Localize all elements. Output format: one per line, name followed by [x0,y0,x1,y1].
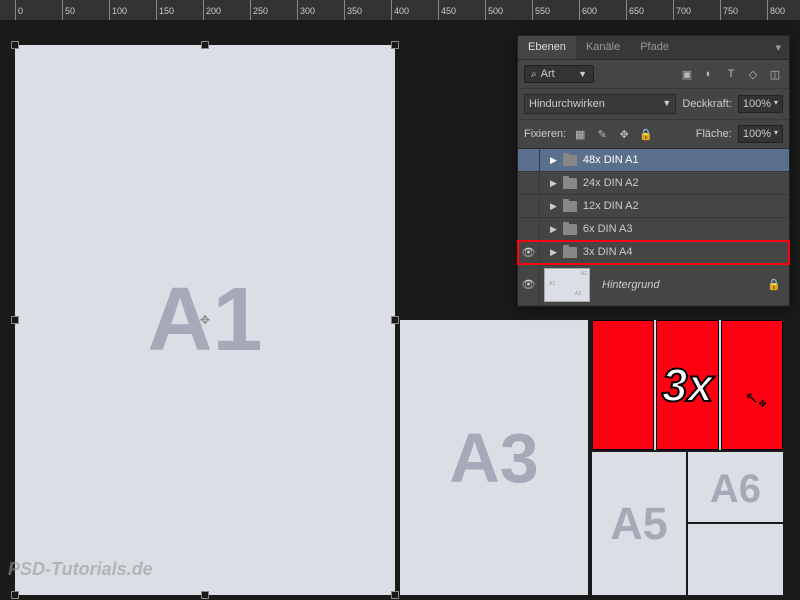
layer-name[interactable]: 6x DIN A3 [583,223,633,235]
background-layer-row[interactable]: 👁 A1 A2 A3 Hintergrund 🔒 [518,264,789,306]
disclosure-icon[interactable]: ▶ [550,201,557,212]
layer-thumbnail[interactable]: A1 A2 A3 [544,268,590,302]
watermark-text: PSD-Tutorials.de [8,559,153,580]
visibility-toggle[interactable]: 👁 [518,264,540,306]
filter-type-icon[interactable]: T [723,66,739,82]
chevron-down-icon: ▼ [662,98,671,110]
tab-paths[interactable]: Pfade [630,36,679,59]
search-icon: ⌕ [531,69,537,80]
disclosure-icon[interactable]: ▶ [550,155,557,166]
layer-row[interactable]: ▶ 12x DIN A2 [518,195,789,218]
layer-name[interactable]: 48x DIN A1 [583,154,639,166]
tab-layers[interactable]: Ebenen [518,36,576,59]
opacity-input[interactable]: 100%▾ [738,95,783,113]
paper-a4-group[interactable]: 3x [592,320,783,450]
folder-icon [563,155,577,166]
layer-row[interactable]: ▶ 24x DIN A2 [518,172,789,195]
paper-a3[interactable]: A3 [400,320,588,595]
filter-image-icon[interactable]: ▣ [679,66,695,82]
visibility-toggle[interactable]: 👁 [518,241,540,263]
panel-menu-icon[interactable]: ▾ [767,36,789,59]
filter-label: Art [541,68,555,80]
lock-position-icon[interactable]: ✥ [616,126,632,142]
layer-row[interactable]: ▶ 48x DIN A1 [518,149,789,172]
lock-transparency-icon[interactable]: ▦ [572,126,588,142]
horizontal-ruler: 0 50 100 150 200 250 300 350 400 450 500… [0,0,800,20]
fill-label: Fläche: [696,128,732,140]
lock-icon[interactable]: 🔒 [767,278,781,291]
layer-name[interactable]: 12x DIN A2 [583,200,639,212]
folder-icon [563,247,577,258]
filter-smart-icon[interactable]: ◫ [767,66,783,82]
layer-name[interactable]: Hintergrund [602,279,659,291]
disclosure-icon[interactable]: ▶ [550,178,557,189]
layers-list: ▶ 48x DIN A1 ▶ 24x DIN A2 ▶ 12x DIN A2 [518,149,789,306]
panel-tabs: Ebenen Kanäle Pfade ▾ [518,36,789,60]
disclosure-icon[interactable]: ▶ [550,247,557,258]
visibility-toggle[interactable] [518,149,540,171]
lock-all-icon[interactable]: 🔒 [638,126,654,142]
a4-sheet [721,320,783,450]
blend-mode-select[interactable]: Hindurchwirken ▼ [524,94,676,114]
folder-icon [563,201,577,212]
tab-channels[interactable]: Kanäle [576,36,630,59]
layer-name[interactable]: 24x DIN A2 [583,177,639,189]
filter-shape-icon[interactable]: ◇ [745,66,761,82]
a4-sheet [592,320,654,450]
folder-icon [563,178,577,189]
paper-a5[interactable]: A5 [592,452,686,595]
visibility-toggle[interactable] [518,172,540,194]
paper-a6[interactable]: A6 [688,452,783,522]
visibility-toggle[interactable] [518,218,540,240]
layer-name[interactable]: 3x DIN A4 [583,246,633,258]
lock-pixels-icon[interactable]: ✎ [594,126,610,142]
layer-row[interactable]: 👁 ▶ 3x DIN A4 [518,241,789,264]
lock-label: Fixieren: [524,128,566,140]
paper-a6-blank[interactable] [688,524,783,595]
layers-panel[interactable]: Ebenen Kanäle Pfade ▾ ⌕ Art ▼ ▣ ◐ T ◇ ◫ … [517,35,790,307]
paper-a1[interactable]: A1 [15,45,395,595]
folder-icon [563,224,577,235]
fill-input[interactable]: 100%▾ [738,125,783,143]
disclosure-icon[interactable]: ▶ [550,224,557,235]
filter-adjust-icon[interactable]: ◐ [701,66,717,82]
chevron-down-icon: ▼ [578,69,587,79]
filter-type-select[interactable]: ⌕ Art ▼ [524,65,594,83]
layer-row[interactable]: ▶ 6x DIN A3 [518,218,789,241]
visibility-toggle[interactable] [518,195,540,217]
opacity-label: Deckkraft: [682,98,732,110]
a4-multiplier-label: 3x [662,358,713,412]
